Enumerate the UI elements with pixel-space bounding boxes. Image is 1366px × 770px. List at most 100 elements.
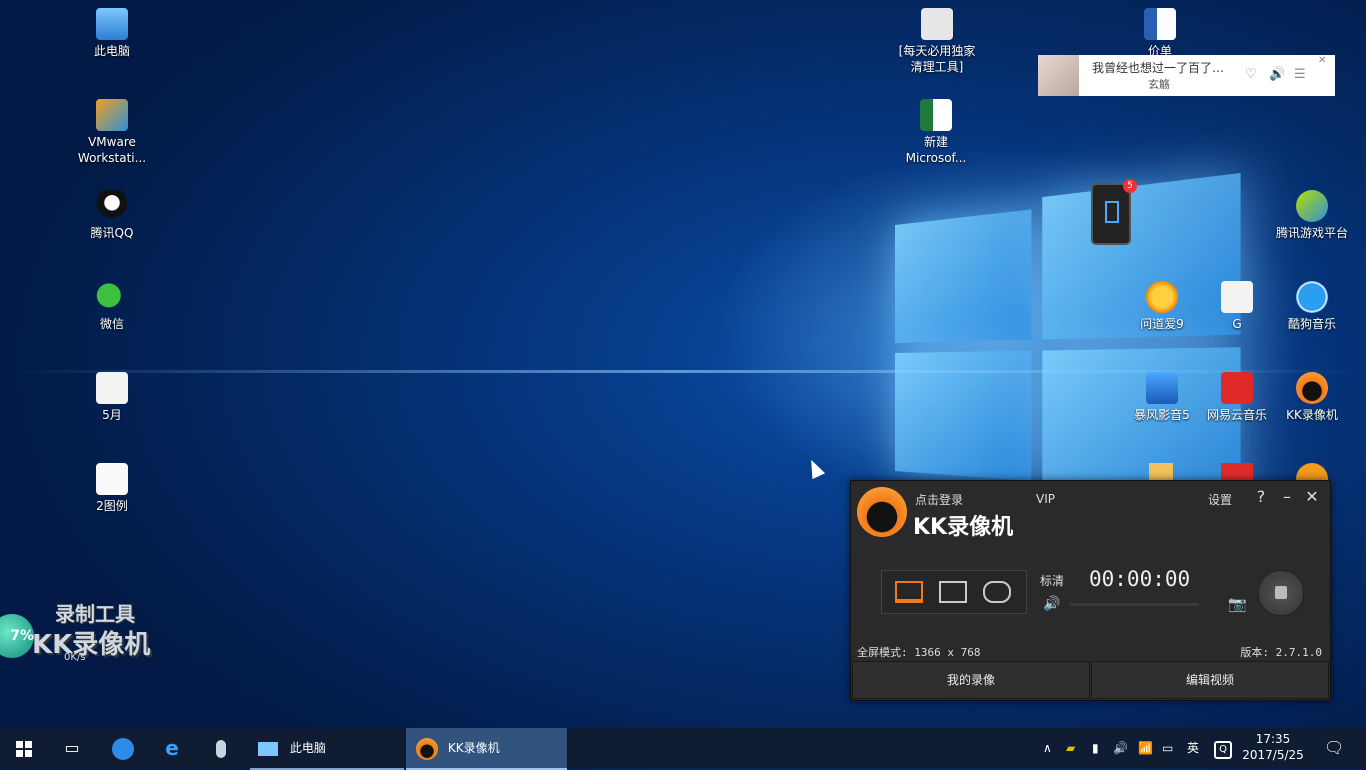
desktop-icon-label: KK录像机	[1274, 407, 1350, 423]
sogou-browser-button[interactable]	[99, 728, 147, 768]
desktop-icon-label: 此电脑	[74, 43, 150, 59]
desktop-icon-qq[interactable]: 腾讯QQ	[74, 190, 150, 241]
file-icon	[96, 372, 128, 404]
region-mode-icon[interactable]	[939, 581, 967, 603]
volume-icon[interactable]: 🔊	[1269, 67, 1285, 82]
settings-button[interactable]: 设置	[1208, 491, 1232, 508]
battery-icon[interactable]: ▭	[1162, 728, 1173, 768]
desktop-icon-label: 酷狗音乐	[1274, 316, 1350, 332]
volume-icon[interactable]: 🔊	[1043, 596, 1060, 612]
taskbar-app-this-pc[interactable]: 此电脑	[250, 728, 404, 770]
login-link[interactable]: 点击登录	[915, 491, 963, 508]
kk-recorder-icon	[416, 738, 438, 760]
desktop-icon-partial[interactable]	[1149, 463, 1173, 480]
task-view-icon: ▭	[64, 738, 79, 757]
vip-link[interactable]: VIP	[1036, 492, 1055, 506]
list-icon[interactable]: ☰	[1294, 67, 1306, 82]
action-center-button[interactable]: 🗨	[1324, 728, 1344, 768]
desktop-icon-this-pc[interactable]: 此电脑	[74, 8, 150, 59]
desktop-icon-wendao[interactable]: 问道爱9	[1124, 281, 1200, 332]
desktop-icon-label: VMware Workstati...	[74, 134, 150, 166]
recording-timer: 00:00:00	[1089, 567, 1190, 591]
taskbar-app-label: KK录像机	[448, 741, 500, 755]
desktop-icon-partial[interactable]	[1221, 463, 1253, 480]
network-icon[interactable]: 📶	[1138, 728, 1153, 768]
minimize-button[interactable]: –	[1277, 487, 1297, 506]
edge-button[interactable]: e	[148, 728, 196, 768]
taskbar-app-label: 此电脑	[290, 741, 326, 755]
desktop-icon-2-legend[interactable]: 2图例	[74, 463, 150, 514]
network-speed: 0K/s	[64, 652, 86, 663]
desktop-icon-label: 问道爱9	[1124, 316, 1200, 332]
taskbar: ▭ e 此电脑 KK录像机 ∧ ▰ ▮ 🔊 📶 ▭ 英 Q 17:35 2017…	[0, 728, 1366, 768]
excel-icon	[920, 99, 952, 131]
desktop-icon-label: [每天必用独家清理工具]	[898, 43, 976, 75]
music-widget[interactable]: 我曾经也想过一了百了… 玄觞 ♡ 🔊 ☰ ✕	[1038, 55, 1335, 96]
desktop-icon-cleaner[interactable]: [每天必用独家清理工具]	[898, 8, 976, 75]
desktop-icon-excel[interactable]: 新建 Microsof...	[898, 99, 974, 166]
desktop-icon-kk[interactable]: KK录像机	[1274, 372, 1350, 423]
game-sun-icon	[1146, 281, 1178, 313]
clock[interactable]: 17:35 2017/5/25	[1238, 731, 1308, 763]
desktop-icon-partial[interactable]	[1296, 463, 1328, 480]
phone-widget[interactable]: 5	[1091, 183, 1131, 245]
desktop-icon-label: 暴风影音5	[1124, 407, 1200, 423]
album-art	[1038, 55, 1079, 96]
close-button[interactable]: ✕	[1302, 487, 1322, 506]
desktop-icon-label: 微信	[74, 316, 150, 332]
stop-icon	[1275, 586, 1287, 599]
game-mode-icon[interactable]	[983, 581, 1011, 603]
clock-time: 17:35	[1238, 731, 1308, 747]
desktop-icon-vmware[interactable]: VMware Workstati...	[74, 99, 150, 166]
version-label: 版本: 2.7.1.0	[1240, 644, 1322, 660]
word-icon	[1144, 8, 1176, 40]
start-button[interactable]	[0, 728, 48, 768]
fullscreen-mode-icon[interactable]	[895, 581, 923, 603]
speed-globe: 7%	[0, 614, 34, 658]
ime-indicator[interactable]: 英	[1187, 728, 1199, 768]
desktop-icon-label: 网易云音乐	[1199, 407, 1275, 423]
edit-video-button[interactable]: 编辑视频	[1091, 661, 1329, 699]
desktop-icon-label: 新建 Microsof...	[898, 134, 974, 166]
show-hidden-icons-button[interactable]: ∧	[1043, 728, 1052, 768]
netease-music-icon	[1221, 372, 1253, 404]
desktop-icon-tencent-games[interactable]: 腾讯游戏平台	[1274, 190, 1350, 241]
desktop-icon-g[interactable]: G	[1199, 281, 1275, 332]
settings-file-icon	[921, 8, 953, 40]
desktop-icon-label: 腾讯游戏平台	[1274, 225, 1350, 241]
taskbar-app-kk[interactable]: KK录像机	[406, 728, 567, 770]
volume-icon[interactable]: 🔊	[1113, 728, 1128, 768]
desktop-icon-may[interactable]: 5月	[74, 372, 150, 423]
wechat-icon	[96, 281, 128, 313]
sogou-icon	[112, 738, 134, 760]
help-button[interactable]: ?	[1251, 487, 1271, 506]
desktop-icon-netease[interactable]: 网易云音乐	[1199, 372, 1275, 423]
watermark-line1: 录制工具	[55, 598, 135, 627]
usb-icon[interactable]: ▮	[1092, 728, 1099, 768]
heart-icon[interactable]: ♡	[1245, 67, 1257, 82]
computer-icon	[96, 8, 128, 40]
baofeng-icon	[1146, 372, 1178, 404]
task-view-button[interactable]: ▭	[48, 728, 96, 768]
file-icon	[1221, 281, 1253, 313]
mouse-icon	[216, 740, 226, 758]
close-icon[interactable]: ✕	[1318, 55, 1326, 66]
desktop-icon-wechat[interactable]: 微信	[74, 281, 150, 332]
recorder-watermark: 录制工具 KK录像机 7% 0K/s	[0, 592, 175, 680]
kk-recorder-window[interactable]: 点击登录 VIP KK录像机 设置 ? – ✕ 标清 🔊 00:00:00 📷 …	[850, 480, 1331, 701]
kugou-icon	[1296, 281, 1328, 313]
camera-icon[interactable]: 📷	[1228, 595, 1247, 613]
kk-logo-icon	[857, 487, 907, 537]
desktop-icon-kugou[interactable]: 酷狗音乐	[1274, 281, 1350, 332]
tray-app-icon[interactable]: ▰	[1066, 728, 1075, 768]
search-tray-icon[interactable]: Q	[1214, 728, 1232, 768]
desktop-icon-baofeng[interactable]: 暴风影音5	[1124, 372, 1200, 423]
record-button[interactable]	[1258, 570, 1304, 616]
volume-slider[interactable]	[1069, 603, 1199, 606]
quality-selector[interactable]: 标清	[1040, 572, 1064, 589]
clock-date: 2017/5/25	[1238, 747, 1308, 763]
desktop-icon-price-list[interactable]: 价单	[1122, 8, 1198, 59]
desktop-icon-label: G	[1199, 316, 1275, 332]
mouse-app-button[interactable]	[197, 728, 245, 768]
my-recordings-button[interactable]: 我的录像	[852, 661, 1090, 699]
